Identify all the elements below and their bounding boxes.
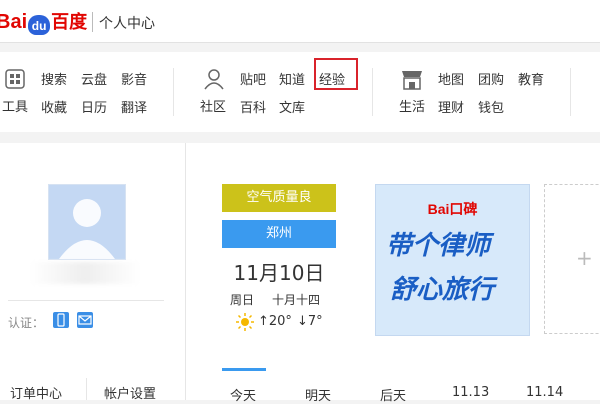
username-blurred [30,262,140,284]
nav-link-zhidao[interactable]: 知道 [279,69,305,88]
link-separator [86,378,87,400]
active-tab-indicator [222,368,266,371]
nav-link-favorites[interactable]: 收藏 [41,97,67,116]
store-icon[interactable] [400,68,424,90]
nav-link-video[interactable]: 影音 [121,69,147,88]
order-center-link[interactable]: 订单中心 [10,383,62,402]
plus-icon[interactable]: + [576,246,593,270]
grid-icon[interactable] [5,69,25,89]
nav-link-search[interactable]: 搜索 [41,69,67,88]
ad-slogan-line1: 带个律师 [386,231,491,261]
nav-link-wallet[interactable]: 钱包 [478,97,504,116]
phone-verify-icon[interactable] [53,312,69,328]
weather-lunar-date: 十月十四 [272,293,321,307]
logo-du-mark: du [28,15,51,35]
nav-group-label-life[interactable]: 生活 [399,96,425,115]
baidu-logo[interactable]: Bai du 百度 [0,8,87,35]
weather-date: 11月10日 [233,261,325,285]
header-divider [92,12,93,32]
air-quality-badge: 空气质量良 [222,184,336,212]
profile-divider-vertical [185,143,186,400]
page-title: 个人中心 [99,16,155,32]
nav-link-map[interactable]: 地图 [438,69,464,88]
tab-date-1113[interactable]: 11.13 [452,385,489,400]
nav-link-wenku[interactable]: 文库 [279,97,305,116]
logo-bai-text: Bai [0,11,28,33]
nav-link-finance[interactable]: 理财 [438,97,464,116]
ad-banner[interactable]: Bai口碑 带个律师 舒心旅行 [375,184,530,336]
account-settings-link[interactable]: 帐户设置 [104,383,156,402]
nav-link-cloud[interactable]: 云盘 [81,69,107,88]
ad-slogan-line2: 舒心旅行 [390,275,495,305]
nav-link-groupbuy[interactable]: 团购 [478,69,504,88]
ad-brand: Bai口碑 [427,201,478,217]
nav-group-label-tools[interactable]: 工具 [2,96,28,115]
logo-cn-text: 百度 [51,12,88,32]
temp-high: ↑20° [258,314,292,329]
tab-day-after[interactable]: 后天 [380,385,406,404]
nav-separator [570,68,571,116]
service-nav [0,52,600,132]
nav-separator [173,68,174,116]
highlight-annotation-box [314,58,358,90]
top-bar [0,0,600,43]
tab-date-1114[interactable]: 11.14 [526,385,563,400]
nav-link-calendar[interactable]: 日历 [81,97,107,116]
nav-separator [372,68,373,116]
avatar[interactable] [48,184,126,260]
temp-low: ↓7° [297,314,323,329]
nav-link-translate[interactable]: 翻译 [121,97,147,116]
tab-tomorrow[interactable]: 明天 [305,385,331,404]
sunny-icon [236,313,254,331]
people-icon[interactable] [203,68,225,90]
nav-link-education[interactable]: 教育 [518,69,544,88]
default-avatar-icon [59,199,115,259]
weather-weekday: 周日 [230,293,255,307]
email-verify-icon[interactable] [77,312,93,328]
nav-link-baike[interactable]: 百科 [240,97,266,116]
nav-group-label-community[interactable]: 社区 [200,96,226,115]
city-selector[interactable]: 郑州 [222,220,336,248]
tab-today[interactable]: 今天 [230,385,256,404]
profile-divider [8,300,164,301]
verify-label: 认证： [8,316,45,330]
nav-link-tieba[interactable]: 贴吧 [240,69,266,88]
